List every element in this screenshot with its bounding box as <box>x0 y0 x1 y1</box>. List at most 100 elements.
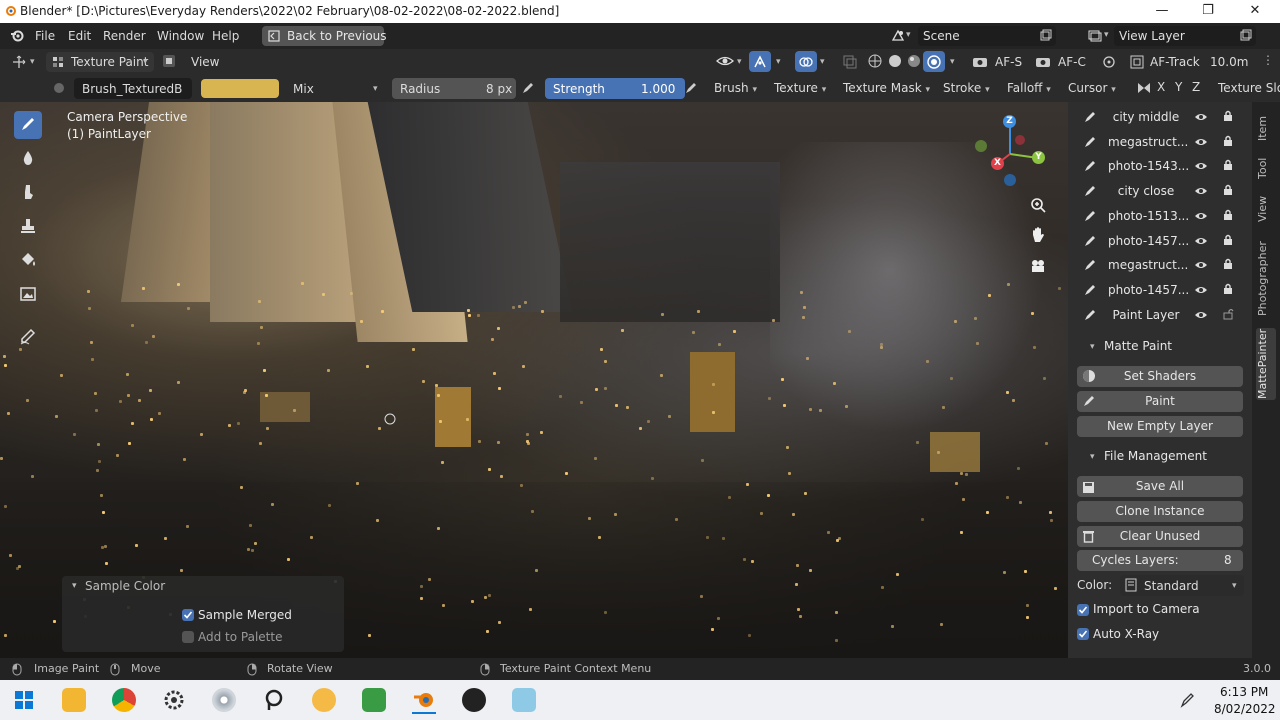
paint-mask-icon[interactable] <box>162 54 176 71</box>
layer-brush-icon[interactable] <box>1083 184 1097 201</box>
pan-hand-icon[interactable] <box>1030 226 1046 247</box>
header-more-icon[interactable]: ⋮ <box>1262 53 1274 67</box>
af-s-button[interactable]: AF-S <box>995 55 1022 69</box>
strength-pressure-pen-icon[interactable] <box>684 81 698 98</box>
scene-dropdown-icon[interactable]: ▾ <box>906 30 911 40</box>
disk-app-icon[interactable] <box>212 688 236 712</box>
gizmo-x-axis[interactable]: X <box>991 157 1004 170</box>
lock-closed-icon[interactable] <box>1223 158 1233 174</box>
save-all-button[interactable]: Save All <box>1077 476 1243 497</box>
layer-row[interactable]: photo-1543... <box>1068 153 1252 178</box>
matte-paint-collapse-icon[interactable]: ▾ <box>1090 342 1095 352</box>
blend-mode-dropdown[interactable]: Mix ▾ <box>287 78 387 99</box>
layer-visibility-eye-icon[interactable] <box>1194 185 1208 199</box>
layer-name[interactable]: megastruct... <box>1108 135 1188 149</box>
mode-selector[interactable]: Texture Paint ▾ <box>46 52 154 72</box>
gizmo-z-axis[interactable]: Z <box>1003 115 1016 128</box>
pivot-dropdown-icon[interactable]: ▾ <box>30 57 35 67</box>
menu-render[interactable]: Render <box>103 29 146 43</box>
paint-button[interactable]: Paint <box>1077 391 1243 412</box>
xray-icon[interactable] <box>843 55 857 72</box>
unity-icon[interactable] <box>462 688 486 712</box>
clone-tool-button[interactable] <box>14 213 42 241</box>
clear-unused-button[interactable]: Clear Unused <box>1077 526 1243 547</box>
layer-brush-icon[interactable] <box>1083 209 1097 226</box>
layer-visibility-eye-icon[interactable] <box>1194 235 1208 249</box>
smear-tool-button[interactable] <box>14 179 42 207</box>
annotate-tool-button[interactable] <box>14 323 42 351</box>
notes-app-icon[interactable] <box>512 688 536 712</box>
layer-name[interactable]: city middle <box>1108 110 1184 124</box>
tab-view[interactable]: View <box>1256 192 1276 226</box>
layer-name[interactable]: city close <box>1108 184 1184 198</box>
chrome-icon[interactable] <box>112 688 136 712</box>
menu-edit[interactable]: Edit <box>68 29 91 43</box>
gizmo-y-axis[interactable]: Y <box>1032 151 1045 164</box>
windows-start-icon[interactable] <box>15 691 33 712</box>
layer-visibility-eye-icon[interactable] <box>1194 210 1208 224</box>
menu-file[interactable]: File <box>35 29 55 43</box>
back-to-previous-button[interactable]: Back to Previous <box>262 26 387 46</box>
mask-tool-button[interactable] <box>14 281 42 309</box>
scene-selector[interactable]: Scene <box>918 26 1056 46</box>
layer-row[interactable]: city close <box>1068 178 1252 203</box>
layer-visibility-eye-icon[interactable] <box>1194 160 1208 174</box>
layer-name[interactable]: photo-1457... <box>1108 234 1189 248</box>
layer-row[interactable]: photo-1457... <box>1068 228 1252 253</box>
radius-field[interactable]: Radius 8 px <box>392 78 516 99</box>
lock-closed-icon[interactable] <box>1223 208 1233 224</box>
af-track-button[interactable]: AF-Track <box>1150 55 1200 69</box>
layer-row[interactable]: megastruct... <box>1068 252 1252 277</box>
layer-name[interactable]: photo-1543... <box>1108 159 1189 173</box>
auto-xray-checkbox[interactable] <box>1077 628 1089 640</box>
tab-tool[interactable]: Tool <box>1256 152 1276 184</box>
layer-row[interactable]: photo-1513... <box>1068 203 1252 228</box>
lock-open-icon[interactable] <box>1223 307 1235 323</box>
tab-item[interactable]: Item <box>1256 108 1276 148</box>
draw-tool-button[interactable] <box>14 111 42 139</box>
view-layer-dropdown-icon[interactable]: ▾ <box>1104 30 1109 40</box>
color-management-dropdown[interactable]: Standard ▾ <box>1120 575 1244 596</box>
shading-dropdown-icon[interactable]: ▾ <box>950 57 955 67</box>
material-shading-icon[interactable] <box>907 54 921 71</box>
overlay-toggle[interactable] <box>795 51 817 72</box>
strength-field[interactable]: Strength 1.000 <box>545 78 685 99</box>
falloff-menu[interactable]: Falloff ▾ <box>1007 81 1051 95</box>
navigation-gizmo[interactable]: Z Y X <box>970 112 1050 192</box>
layer-row[interactable]: city middle <box>1068 104 1252 129</box>
3d-viewport[interactable]: Camera Perspective (1) PaintLayer Z Y X … <box>0 102 1068 658</box>
layer-name[interactable]: photo-1513... <box>1108 209 1189 223</box>
maximize-button[interactable]: ❐ <box>1188 2 1228 20</box>
camera-af-s-icon[interactable] <box>972 55 988 71</box>
layer-name[interactable]: megastruct... <box>1108 258 1188 272</box>
tab-mattepainter[interactable]: MattePainter <box>1256 328 1276 400</box>
texture-mask-menu[interactable]: Texture Mask ▾ <box>843 81 930 95</box>
layer-row[interactable]: Paint Layer <box>1068 302 1252 327</box>
lock-closed-icon[interactable] <box>1223 233 1233 249</box>
lock-closed-icon[interactable] <box>1223 257 1233 273</box>
brush-asset-icon[interactable] <box>52 81 66 98</box>
pen-tray-icon[interactable] <box>1180 692 1194 711</box>
layer-name[interactable]: Paint Layer <box>1108 308 1184 322</box>
copy-scene-icon[interactable] <box>1040 29 1052 44</box>
set-shaders-button[interactable]: Set Shaders <box>1077 366 1243 387</box>
layer-brush-icon[interactable] <box>1083 159 1097 176</box>
symmetry-z-toggle[interactable]: Z <box>1192 80 1200 94</box>
symmetry-x-toggle[interactable]: X <box>1157 80 1165 94</box>
lock-closed-icon[interactable] <box>1223 134 1233 150</box>
wireframe-shading-icon[interactable] <box>868 54 882 71</box>
file-explorer-icon[interactable] <box>62 688 86 712</box>
brush-name-field[interactable]: Brush_TexturedB <box>74 78 192 99</box>
minimize-button[interactable]: — <box>1142 2 1182 20</box>
matte-paint-section-title[interactable]: Matte Paint <box>1104 339 1172 353</box>
cursor-menu[interactable]: Cursor ▾ <box>1068 81 1116 95</box>
overlay-dropdown-icon[interactable]: ▾ <box>820 57 825 67</box>
symmetry-y-toggle[interactable]: Y <box>1175 80 1182 94</box>
clone-instance-button[interactable]: Clone Instance <box>1077 501 1243 522</box>
layer-visibility-eye-icon[interactable] <box>1194 111 1208 125</box>
close-button[interactable]: ✕ <box>1235 2 1275 20</box>
layer-brush-icon[interactable] <box>1083 234 1097 251</box>
import-to-camera-checkbox[interactable] <box>1077 604 1089 616</box>
layer-brush-icon[interactable] <box>1083 308 1097 325</box>
lock-closed-icon[interactable] <box>1223 183 1233 199</box>
